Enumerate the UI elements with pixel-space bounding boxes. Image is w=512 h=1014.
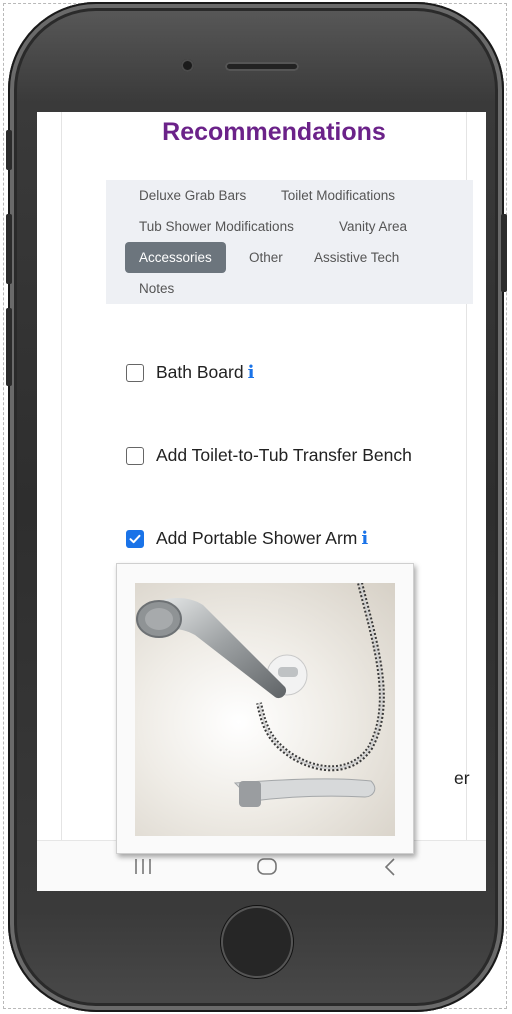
tab-tub-shower-modifications[interactable]: Tub Shower Modifications: [125, 211, 308, 242]
volume-up-button: [6, 214, 12, 284]
speaker-grille: [225, 62, 299, 71]
volume-down-button: [6, 308, 12, 386]
back-icon[interactable]: [383, 857, 397, 877]
tab-other[interactable]: Other: [235, 242, 297, 273]
home-icon[interactable]: [256, 857, 278, 876]
check-icon: [129, 534, 141, 544]
info-icon[interactable]: i: [248, 362, 255, 383]
home-button[interactable]: [221, 906, 293, 978]
tab-assistive-tech[interactable]: Assistive Tech: [300, 242, 413, 273]
tab-toilet-modifications[interactable]: Toilet Modifications: [267, 180, 409, 211]
portable-shower-arm-checkbox[interactable]: [126, 530, 144, 548]
page-title: Recommendations: [162, 118, 386, 146]
recent-apps-icon[interactable]: [133, 858, 153, 875]
bath-board-checkbox[interactable]: [126, 364, 144, 382]
transfer-bench-checkbox[interactable]: [126, 447, 144, 465]
shower-arm-illustration: [136, 583, 385, 807]
info-icon[interactable]: i: [361, 528, 368, 549]
image-popover: [116, 563, 414, 854]
mute-switch: [6, 130, 12, 170]
tab-accessories[interactable]: Accessories: [125, 242, 226, 273]
transfer-bench-label: Add Toilet-to-Tub Transfer Bench: [156, 445, 412, 465]
bath-board-label: Bath Board: [156, 362, 244, 382]
handheld-shower-arm-photo: [135, 583, 395, 836]
tab-notes[interactable]: Notes: [125, 273, 188, 304]
tab-deluxe-grab-bars[interactable]: Deluxe Grab Bars: [125, 180, 260, 211]
tab-vanity-area[interactable]: Vanity Area: [325, 211, 421, 242]
portable-shower-arm-label: Add Portable Shower Arm: [156, 528, 358, 548]
category-tabs: Deluxe Grab Bars Toilet Modifications Tu…: [106, 180, 473, 304]
front-camera-icon: [181, 59, 194, 72]
power-button: [501, 214, 507, 292]
device-screen: Recommendations Deluxe Grab Bars Toilet …: [37, 112, 486, 891]
item-label: er: [454, 768, 470, 788]
